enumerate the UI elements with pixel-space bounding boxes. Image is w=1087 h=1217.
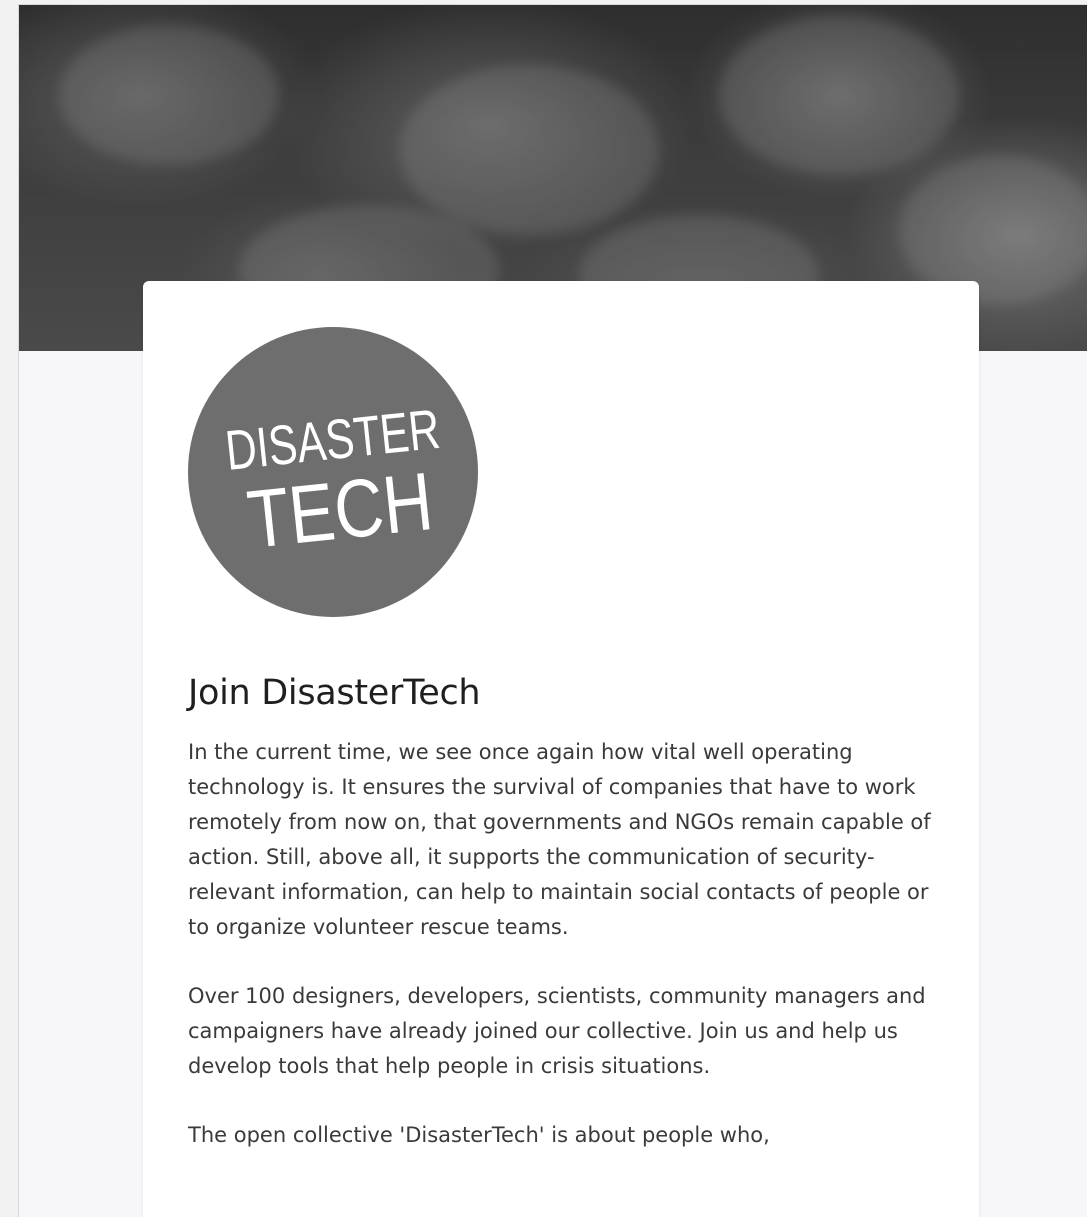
collective-page: DISASTER TECH Join DisasterTech In the c… — [18, 4, 1087, 1217]
disastertech-logo: DISASTER TECH — [188, 327, 478, 617]
description-paragraph: The open collective 'DisasterTech' is ab… — [188, 1123, 770, 1147]
description: In the current time, we see once again h… — [188, 735, 938, 1187]
collective-info-card: DISASTER TECH Join DisasterTech In the c… — [143, 281, 979, 1217]
description-paragraph: Over 100 designers, developers, scientis… — [188, 984, 926, 1078]
page-title: Join DisasterTech — [188, 673, 481, 713]
description-paragraph: In the current time, we see once again h… — [188, 740, 931, 939]
logo-text-tech: TECH — [243, 456, 436, 566]
